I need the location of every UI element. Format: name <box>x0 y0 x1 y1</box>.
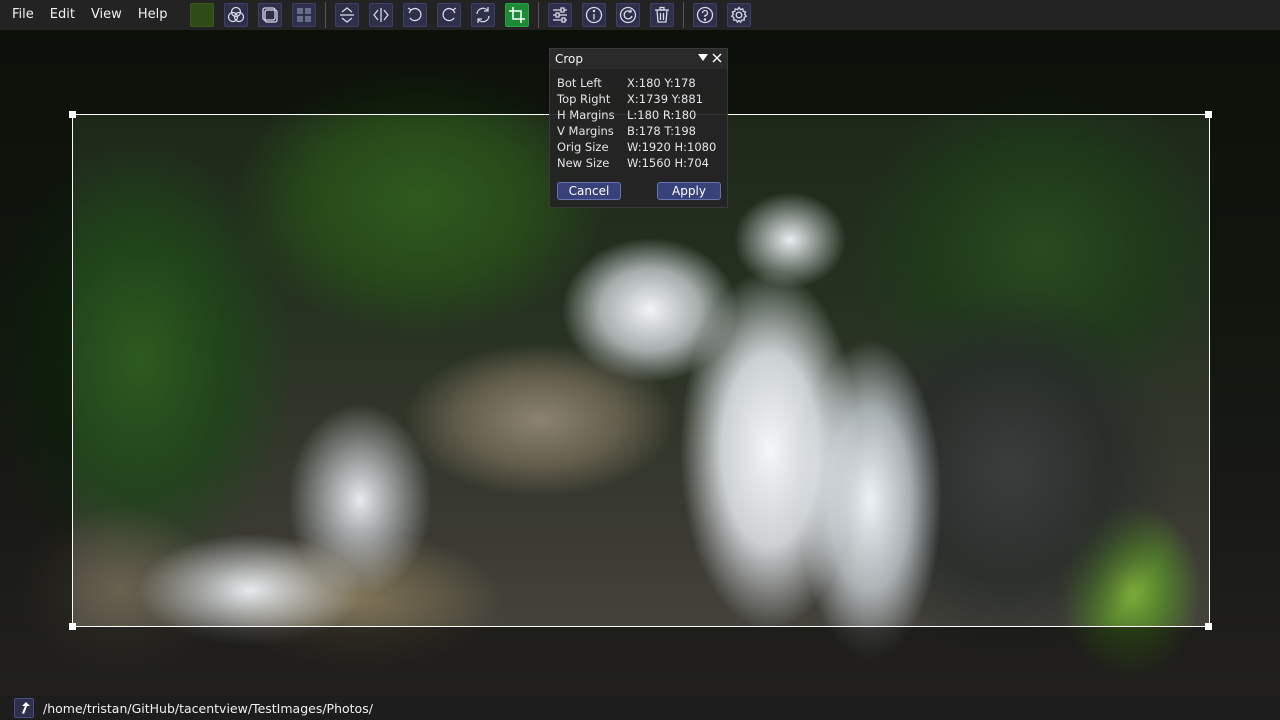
grid-button[interactable] <box>292 3 317 27</box>
crop-dim-right <box>1209 114 1280 626</box>
crop-row-value: B:178 T:198 <box>627 124 696 138</box>
adjust-icon <box>553 7 568 23</box>
crop-row-label: Bot Left <box>557 76 602 90</box>
flip-horizontal-button[interactable] <box>369 3 394 27</box>
menu-bar: File Edit View Help <box>0 0 1280 30</box>
toolbar <box>185 2 756 28</box>
arrow-up-icon <box>22 702 30 714</box>
toolbar-divider <box>325 2 327 28</box>
color-swatch-button[interactable] <box>190 3 215 27</box>
rotate-arbitrary-icon <box>476 7 491 23</box>
parent-folder-button[interactable] <box>14 698 34 718</box>
crop-row-value: W:1560 H:704 <box>627 156 709 170</box>
crop-row-v-margins: V Margins B:178 T:198 <box>557 123 727 139</box>
grid-icon <box>297 8 312 22</box>
crop-row-label: Top Right <box>557 92 611 106</box>
toolbar-divider <box>538 2 540 28</box>
crop-row-label: V Margins <box>557 124 614 138</box>
info-button[interactable] <box>582 3 607 27</box>
crop-handle-bottom-left[interactable] <box>69 623 76 630</box>
rotate-arbitrary-button[interactable] <box>471 3 496 27</box>
crop-handle-top-left[interactable] <box>69 111 76 118</box>
current-path: /home/tristan/GitHub/tacentview/TestImag… <box>43 700 373 716</box>
crop-row-orig-size: Orig Size W:1920 H:1080 <box>557 139 727 155</box>
help-icon <box>697 6 714 24</box>
menu-view[interactable]: View <box>83 0 130 30</box>
crop-dialog-titlebar[interactable]: Crop <box>550 49 727 69</box>
rotate-cw-icon <box>442 7 457 22</box>
tile-button[interactable] <box>258 3 283 27</box>
cancel-button[interactable]: Cancel <box>557 182 621 200</box>
crop-row-label: Orig Size <box>557 140 609 154</box>
crop-row-label: New Size <box>557 156 610 170</box>
collapse-triangle-icon[interactable] <box>696 51 710 65</box>
crop-row-value: X:1739 Y:881 <box>627 92 703 106</box>
rotate-ccw-button[interactable] <box>403 3 428 27</box>
delete-icon <box>655 6 670 23</box>
crop-dialog: Crop Bot Left X:180 Y:178 Top Right X:17… <box>549 48 728 208</box>
apply-button[interactable]: Apply <box>657 182 721 200</box>
crop-button[interactable] <box>505 3 530 27</box>
crop-row-value: W:1920 H:1080 <box>627 140 717 154</box>
settings-icon <box>731 6 748 24</box>
menu-help[interactable]: Help <box>130 0 176 30</box>
info-icon <box>586 6 603 24</box>
crop-row-value: L:180 R:180 <box>627 108 697 122</box>
refresh-button[interactable] <box>616 3 641 27</box>
rotate-cw-button[interactable] <box>437 3 462 27</box>
crop-row-value: X:180 Y:178 <box>627 76 696 90</box>
help-button[interactable] <box>693 3 718 27</box>
flip-vertical-icon <box>340 7 355 23</box>
close-icon[interactable] <box>710 51 724 65</box>
rotate-ccw-icon <box>408 7 423 22</box>
flip-horizontal-icon <box>373 8 390 22</box>
toolbar-divider <box>683 2 685 28</box>
menu-edit[interactable]: Edit <box>42 0 83 30</box>
crop-dim-left <box>0 114 72 626</box>
status-bar: /home/tristan/GitHub/tacentview/TestImag… <box>0 696 1280 720</box>
crop-icon <box>509 7 526 23</box>
refresh-icon <box>620 6 637 24</box>
crop-handle-bottom-right[interactable] <box>1205 623 1212 630</box>
menu-file[interactable]: File <box>0 0 42 30</box>
delete-button[interactable] <box>650 3 675 27</box>
flip-vertical-button[interactable] <box>335 3 360 27</box>
channels-button[interactable] <box>224 3 249 27</box>
crop-row-label: H Margins <box>557 108 615 122</box>
crop-handle-top-right[interactable] <box>1205 111 1212 118</box>
channels-icon <box>228 6 245 23</box>
crop-info-table: Bot Left X:180 Y:178 Top Right X:1739 Y:… <box>550 69 727 171</box>
crop-dialog-title: Crop <box>555 52 584 66</box>
crop-row-bot-left: Bot Left X:180 Y:178 <box>557 75 727 91</box>
adjust-button[interactable] <box>548 3 573 27</box>
settings-button[interactable] <box>727 3 752 27</box>
crop-row-new-size: New Size W:1560 H:704 <box>557 155 727 171</box>
crop-row-top-right: Top Right X:1739 Y:881 <box>557 91 727 107</box>
crop-row-h-margins: H Margins L:180 R:180 <box>557 107 727 123</box>
tile-icon <box>262 7 279 23</box>
crop-dim-bottom <box>0 626 1280 696</box>
